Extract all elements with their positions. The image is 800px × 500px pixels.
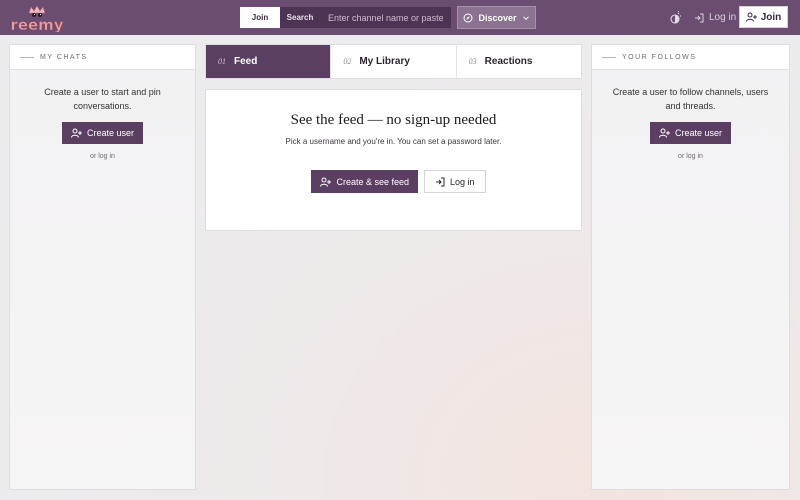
panel-header: MY CHATS (10, 45, 195, 70)
your-follows-panel: YOUR FOLLOWS Create a user to follow cha… (591, 44, 790, 490)
theme-icon[interactable] (668, 11, 682, 25)
tab-my-library[interactable]: 02 My Library (331, 45, 457, 78)
compass-icon (463, 13, 473, 23)
create-user-button[interactable]: Create user (650, 122, 731, 144)
join-mode-button[interactable]: Join (240, 7, 280, 28)
add-user-icon (658, 128, 670, 138)
tab-feed[interactable]: 01 Feed (206, 45, 332, 78)
or-login-link[interactable]: or log in (10, 153, 195, 160)
header-dash (20, 56, 34, 58)
tab-reactions[interactable]: 03 Reactions (457, 45, 581, 78)
panel-title: YOUR FOLLOWS (622, 53, 697, 61)
add-user-icon (70, 128, 82, 138)
login-icon (435, 177, 445, 187)
feed-actions: Create & see feed Log in (206, 170, 581, 193)
create-user-button[interactable]: Create user (62, 122, 143, 144)
tab-number: 01 (218, 57, 226, 66)
chevron-down-icon (522, 14, 530, 22)
search-mode-button[interactable]: Search (280, 7, 320, 28)
panel-title: MY CHATS (40, 53, 88, 61)
tab-label: My Library (359, 56, 410, 67)
main-tabs: 01 Feed 02 My Library 03 Reactions (205, 44, 582, 79)
create-user-label: Create user (674, 128, 723, 138)
panel-description: Create a user to start and pin conversat… (44, 87, 161, 111)
header-dash (602, 56, 616, 58)
feed-subtitle: Pick a username and you're in. You can s… (285, 137, 502, 146)
tab-number: 03 (468, 57, 477, 66)
logo[interactable]: reemy (11, 4, 63, 32)
discover-button[interactable]: Discover (457, 6, 536, 29)
join-label: Join (760, 11, 782, 23)
tab-label: Reactions (484, 56, 533, 67)
tab-label: Feed (234, 56, 258, 67)
create-see-feed-button[interactable]: Create & see feed (311, 170, 418, 193)
create-see-feed-label: Create & see feed (336, 176, 409, 187)
tab-number: 02 (343, 57, 352, 66)
search-input[interactable] (320, 7, 451, 28)
my-chats-panel: MY CHATS Create a user to start and pin … (9, 44, 196, 490)
feed-title: See the feed — no sign-up needed (290, 112, 497, 128)
login-icon (694, 13, 704, 23)
login-link[interactable]: Log in (694, 9, 736, 26)
panel-header: YOUR FOLLOWS (592, 45, 789, 70)
create-user-label: Create user (86, 128, 135, 138)
add-user-icon (745, 12, 757, 22)
top-bar: reemy Join Search Discover Log in Join (0, 0, 800, 35)
add-user-icon (320, 177, 332, 187)
panel-description: Create a user to follow channels, users … (612, 87, 769, 111)
join-button[interactable]: Join (739, 6, 788, 28)
discover-label: Discover (478, 12, 517, 23)
svg-text:reemy: reemy (11, 16, 63, 32)
login-label: Log in (709, 12, 737, 23)
or-login-link[interactable]: or log in (592, 153, 789, 160)
feed-card: See the feed — no sign-up needed Pick a … (205, 89, 582, 231)
feed-login-button[interactable]: Log in (424, 170, 486, 193)
feed-login-label: Log in (450, 176, 475, 187)
